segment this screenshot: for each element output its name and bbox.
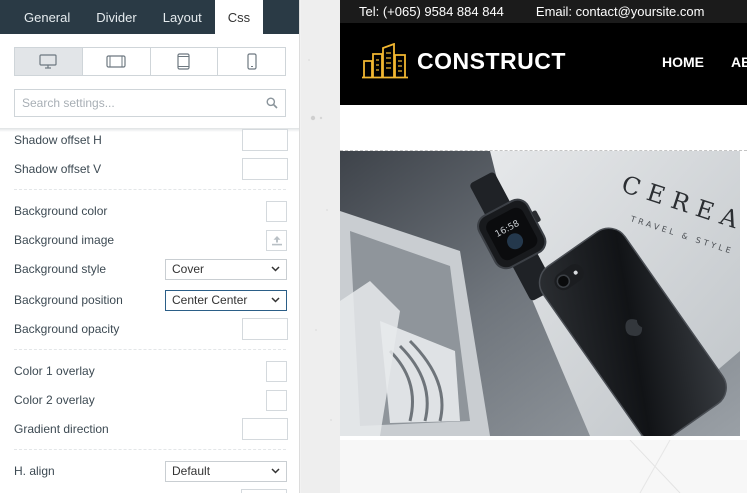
setting-color2-overlay: Color 2 overlay bbox=[14, 389, 288, 411]
setting-h-align: H. align Default bbox=[14, 460, 288, 482]
search-input[interactable] bbox=[15, 90, 285, 116]
tab-css[interactable]: Css bbox=[214, 0, 264, 34]
color2-overlay-swatch[interactable] bbox=[266, 389, 287, 411]
tab-general[interactable]: General bbox=[0, 0, 83, 34]
next-section bbox=[340, 439, 747, 493]
shadow-offset-h-input[interactable] bbox=[242, 129, 288, 151]
settings-panel: General Divider Layout Css Shadow offset… bbox=[0, 0, 300, 493]
setting-label: Gradient direction bbox=[14, 422, 109, 436]
device-tablet-portrait-button[interactable] bbox=[151, 48, 219, 75]
hero-photo-illustration: CEREAL TRAVEL & STYLE 16:58 bbox=[340, 151, 740, 436]
setting-background-image: Background image bbox=[14, 229, 288, 251]
setting-label: Shadow offset V bbox=[14, 162, 102, 176]
topbar-phone: Tel: (+065) 9584 884 844 bbox=[359, 4, 504, 19]
next-section-texture bbox=[629, 439, 681, 493]
select-value: Cover bbox=[172, 262, 205, 276]
site-header: CONSTRUCT HOME AB bbox=[340, 23, 747, 105]
setting-background-color: Background color bbox=[14, 200, 288, 222]
hero-image: CEREAL TRAVEL & STYLE 16:58 bbox=[340, 151, 740, 436]
search-field bbox=[14, 89, 286, 117]
setting-background-position: Background position Center Center bbox=[14, 289, 288, 311]
device-mobile-button[interactable] bbox=[218, 48, 285, 75]
setting-label: Shadow offset H bbox=[14, 133, 102, 147]
section-divider bbox=[14, 349, 286, 350]
section-divider bbox=[14, 189, 286, 190]
gradient-direction-input[interactable] bbox=[242, 418, 288, 440]
background-image-upload-button[interactable] bbox=[266, 229, 287, 251]
tablet-landscape-icon bbox=[106, 55, 126, 68]
color1-overlay-swatch[interactable] bbox=[266, 360, 287, 382]
setting-label: Background opacity bbox=[14, 322, 120, 336]
setting-label: Background style bbox=[14, 262, 107, 276]
tab-divider[interactable]: Divider bbox=[83, 0, 149, 34]
chevron-down-icon bbox=[271, 297, 280, 303]
upload-icon bbox=[271, 235, 282, 245]
site-logo[interactable]: CONSTRUCT bbox=[361, 43, 566, 79]
shadow-offset-v-input[interactable] bbox=[242, 158, 288, 180]
setting-shadow-offset-v: Shadow offset V bbox=[14, 158, 288, 180]
setting-shadow-offset-h: Shadow offset H bbox=[14, 129, 288, 151]
nav-item-about[interactable]: AB bbox=[731, 54, 747, 70]
brand-name: CONSTRUCT bbox=[417, 47, 566, 74]
chevron-down-icon bbox=[271, 266, 280, 272]
device-desktop-button[interactable] bbox=[15, 48, 83, 75]
next-setting-input[interactable] bbox=[241, 489, 287, 493]
select-value: Default bbox=[172, 464, 211, 478]
tab-bar: General Divider Layout Css bbox=[0, 0, 299, 34]
canvas-texture bbox=[308, 59, 332, 421]
setting-label: Color 1 overlay bbox=[14, 364, 95, 378]
background-color-swatch[interactable] bbox=[266, 200, 287, 222]
background-position-select[interactable]: Center Center bbox=[165, 289, 287, 311]
select-value: Center Center bbox=[172, 293, 248, 307]
main-nav: HOME AB bbox=[662, 54, 747, 70]
setting-color1-overlay: Color 1 overlay bbox=[14, 360, 288, 382]
topbar-email[interactable]: Email: contact@yoursite.com bbox=[536, 4, 705, 19]
nav-item-home[interactable]: HOME bbox=[662, 54, 704, 70]
background-style-select[interactable]: Cover bbox=[165, 258, 287, 280]
setting-label: Color 2 overlay bbox=[14, 393, 95, 407]
section-divider bbox=[14, 449, 286, 450]
device-tablet-landscape-button[interactable] bbox=[83, 48, 151, 75]
setting-gradient-direction: Gradient direction bbox=[14, 418, 288, 440]
setting-background-style: Background style Cover bbox=[14, 258, 288, 280]
search-icon[interactable] bbox=[266, 97, 278, 109]
site-topbar: Tel: (+065) 9584 884 844 Email: contact@… bbox=[340, 0, 747, 23]
preview-canvas: Tel: (+065) 9584 884 844 Email: contact@… bbox=[301, 0, 747, 493]
tab-layout[interactable]: Layout bbox=[150, 0, 215, 34]
chevron-down-icon bbox=[271, 468, 280, 474]
tablet-portrait-icon bbox=[177, 53, 190, 70]
h-align-select[interactable]: Default bbox=[165, 460, 287, 482]
setting-label: H. align bbox=[14, 464, 55, 478]
setting-background-opacity: Background opacity bbox=[14, 318, 288, 340]
site-preview: Tel: (+065) 9584 884 844 Email: contact@… bbox=[340, 0, 747, 493]
mobile-icon bbox=[247, 53, 257, 70]
setting-label: Background position bbox=[14, 293, 123, 307]
building-logo-icon bbox=[362, 43, 408, 79]
setting-label: Background image bbox=[14, 233, 115, 247]
background-opacity-input[interactable] bbox=[242, 318, 288, 340]
setting-label: Background color bbox=[14, 204, 108, 218]
device-switcher bbox=[14, 47, 286, 76]
desktop-icon bbox=[39, 54, 57, 69]
